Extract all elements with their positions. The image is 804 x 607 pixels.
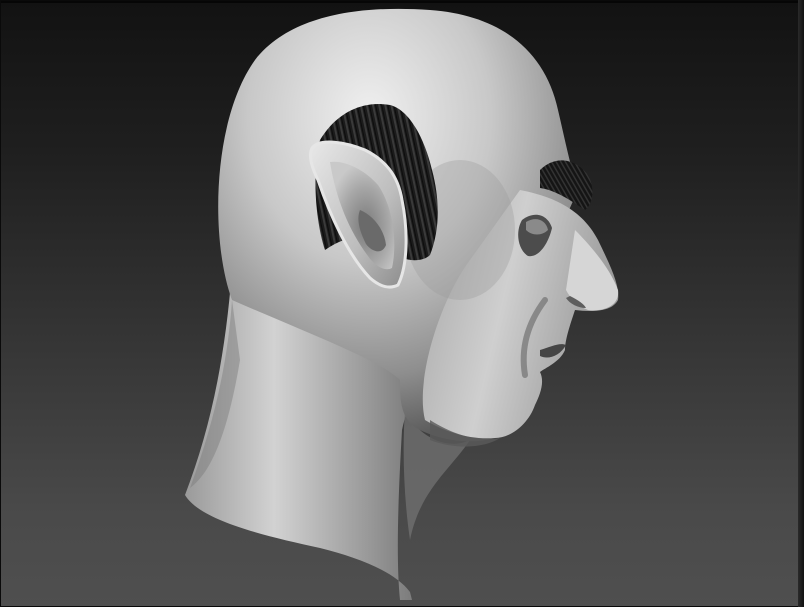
head-sculpt-render bbox=[185, 8, 619, 600]
sculpt-viewport[interactable] bbox=[0, 0, 804, 607]
viewport-right-border bbox=[798, 0, 804, 607]
